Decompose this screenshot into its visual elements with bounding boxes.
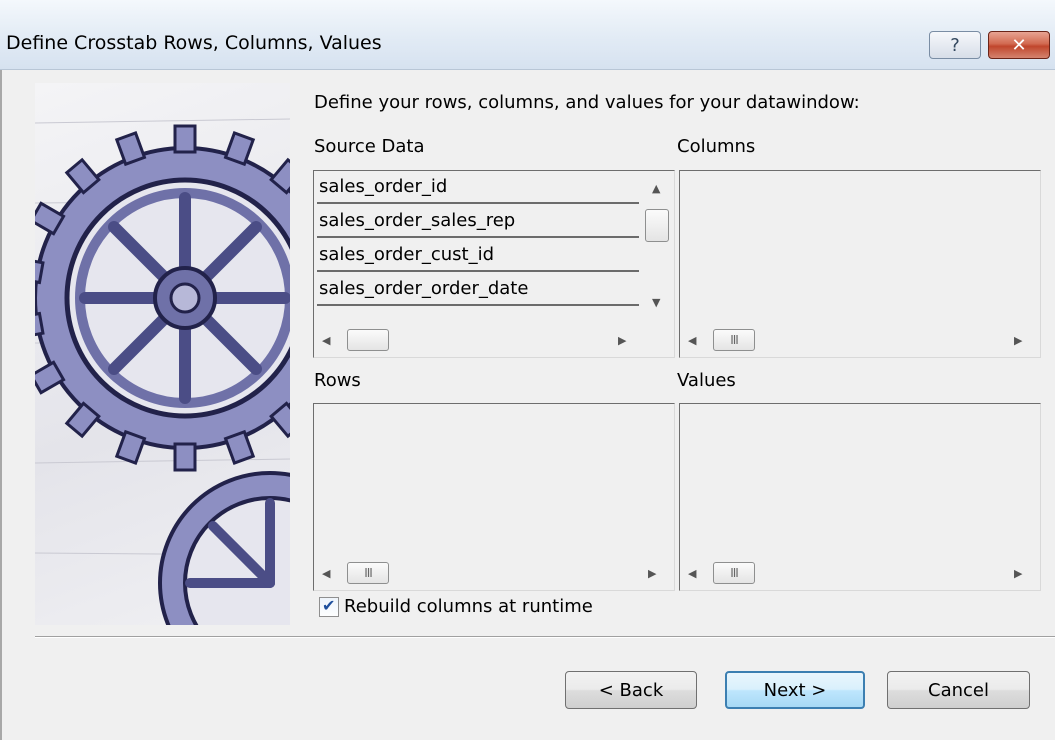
scroll-down-icon[interactable]: ▼	[652, 297, 660, 308]
cancel-button[interactable]: Cancel	[887, 671, 1030, 709]
columns-label: Columns	[677, 136, 756, 157]
horizontal-scroll-thumb[interactable]: III	[713, 329, 755, 351]
scroll-left-icon[interactable]: ◀	[322, 335, 330, 346]
horizontal-scroll-thumb[interactable]	[347, 329, 389, 351]
horizontal-scrollbar[interactable]: ◀ III ▶	[314, 560, 674, 586]
source-data-label: Source Data	[314, 136, 425, 157]
horizontal-scrollbar[interactable]: ◀ ▶	[314, 327, 644, 353]
list-item[interactable]: sales_order_id	[317, 173, 639, 204]
list-item[interactable]: sales_order_cust_id	[317, 241, 639, 272]
scroll-right-icon[interactable]: ▶	[618, 335, 626, 346]
values-label: Values	[677, 370, 736, 391]
scroll-left-icon[interactable]: ◀	[688, 335, 696, 346]
list-item[interactable]: sales_order_order_date	[317, 275, 639, 306]
source-data-list[interactable]: sales_order_id sales_order_sales_rep sal…	[313, 170, 675, 358]
help-icon: ?	[950, 34, 960, 56]
close-button[interactable]: ✕	[988, 31, 1050, 59]
separator	[35, 636, 1055, 638]
back-button[interactable]: < Back	[565, 671, 697, 709]
close-icon: ✕	[1011, 34, 1027, 56]
scroll-grip-icon: III	[730, 566, 739, 580]
horizontal-scrollbar[interactable]: ◀ III ▶	[680, 327, 1040, 353]
scroll-left-icon[interactable]: ◀	[322, 568, 330, 579]
rows-label: Rows	[314, 370, 361, 391]
rebuild-columns-label[interactable]: Rebuild columns at runtime	[344, 596, 593, 617]
vertical-scroll-thumb[interactable]	[645, 209, 669, 242]
window-border	[0, 70, 2, 740]
gears-icon	[35, 118, 290, 625]
columns-drop-area[interactable]: ◀ III ▶	[679, 170, 1041, 358]
horizontal-scrollbar[interactable]: ◀ III ▶	[680, 560, 1040, 586]
scroll-left-icon[interactable]: ◀	[688, 568, 696, 579]
rows-drop-area[interactable]: ◀ III ▶	[313, 403, 675, 591]
list-item[interactable]: sales_order_sales_rep	[317, 207, 639, 238]
scroll-right-icon[interactable]: ▶	[648, 568, 656, 579]
window-title: Define Crosstab Rows, Columns, Values	[6, 32, 382, 54]
scroll-grip-icon: III	[364, 566, 373, 580]
vertical-scrollbar[interactable]: ▲ ▼	[644, 171, 670, 327]
title-bar: Define Crosstab Rows, Columns, Values ? …	[0, 0, 1055, 70]
rebuild-columns-checkbox[interactable]: ✔	[319, 596, 339, 617]
wizard-gear-illustration	[35, 83, 290, 625]
values-drop-area[interactable]: ◀ III ▶	[679, 403, 1041, 591]
horizontal-scroll-thumb[interactable]: III	[713, 562, 755, 584]
next-button[interactable]: Next >	[725, 671, 865, 709]
horizontal-scroll-thumb[interactable]: III	[347, 562, 389, 584]
scroll-right-icon[interactable]: ▶	[1014, 335, 1022, 346]
help-button[interactable]: ?	[929, 31, 981, 59]
scroll-up-icon[interactable]: ▲	[652, 183, 660, 194]
intro-text: Define your rows, columns, and values fo…	[314, 92, 860, 113]
checkmark-icon: ✔	[322, 596, 336, 615]
scroll-grip-icon: III	[730, 333, 739, 347]
scroll-right-icon[interactable]: ▶	[1014, 568, 1022, 579]
